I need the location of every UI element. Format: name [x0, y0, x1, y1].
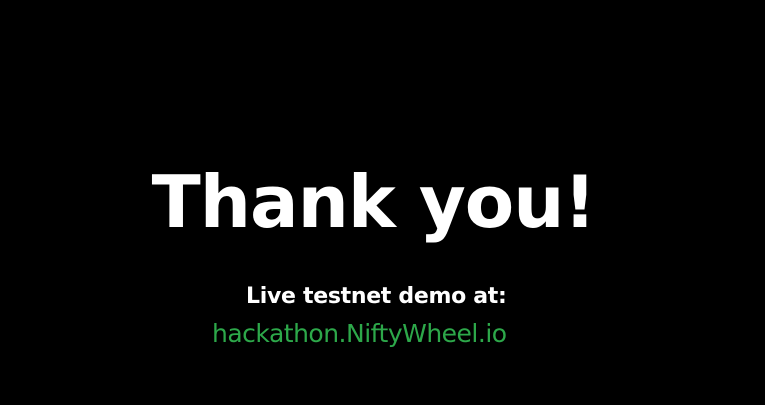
demo-subtitle: Live testnet demo at: — [246, 284, 507, 309]
thank-you-heading: Thank you! — [151, 160, 597, 244]
demo-link[interactable]: hackathon.NiftyWheel.io — [212, 317, 507, 351]
presentation-slide: Thank you! Live testnet demo at: hackath… — [0, 0, 765, 405]
